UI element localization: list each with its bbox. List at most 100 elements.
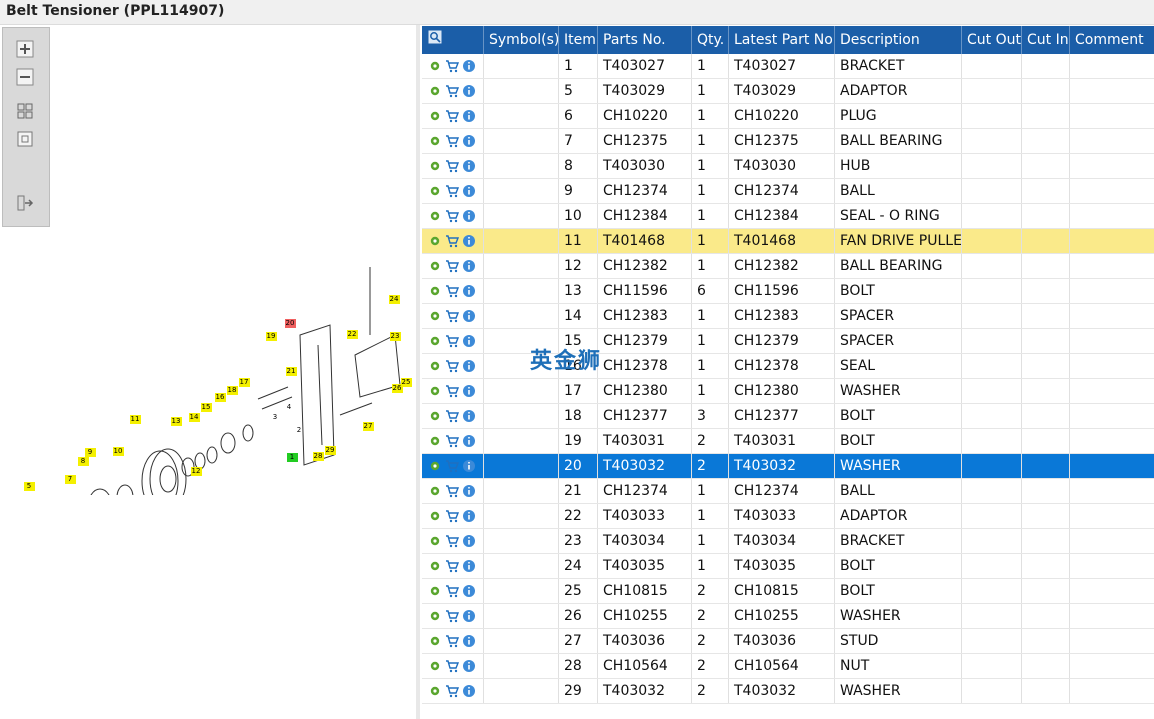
pane-splitter[interactable] xyxy=(416,25,420,719)
cart-icon[interactable] xyxy=(445,84,459,98)
callout-21[interactable]: 21 xyxy=(286,367,297,376)
gear-icon[interactable] xyxy=(428,634,442,648)
gear-icon[interactable] xyxy=(428,409,442,423)
info-icon[interactable] xyxy=(462,459,476,473)
callout-7[interactable]: 7 xyxy=(65,475,76,484)
info-icon[interactable] xyxy=(462,334,476,348)
cart-icon[interactable] xyxy=(445,509,459,523)
cart-icon[interactable] xyxy=(445,334,459,348)
cart-icon[interactable] xyxy=(445,284,459,298)
callout-1[interactable]: 1 xyxy=(287,453,298,462)
cart-icon[interactable] xyxy=(445,134,459,148)
gear-icon[interactable] xyxy=(428,134,442,148)
column-header-latest-part-no[interactable]: Latest Part No. xyxy=(729,26,835,54)
info-icon[interactable] xyxy=(462,384,476,398)
info-icon[interactable] xyxy=(462,584,476,598)
fit-page-icon[interactable] xyxy=(16,130,34,148)
diagram-panel[interactable]: 1234567891011121314151617181920212223242… xyxy=(0,25,416,719)
info-icon[interactable] xyxy=(462,59,476,73)
callout-16[interactable]: 16 xyxy=(215,393,226,402)
info-icon[interactable] xyxy=(462,634,476,648)
table-row[interactable]: 1 T403027 1 T403027 BRACKET xyxy=(422,54,1154,79)
cart-icon[interactable] xyxy=(445,659,459,673)
gear-icon[interactable] xyxy=(428,559,442,573)
table-row[interactable]: 27 T403036 2 T403036 STUD xyxy=(422,629,1154,654)
info-icon[interactable] xyxy=(462,484,476,498)
cart-icon[interactable] xyxy=(445,434,459,448)
table-row[interactable]: 13 CH11596 6 CH11596 BOLT xyxy=(422,279,1154,304)
export-icon[interactable] xyxy=(16,194,34,212)
info-icon[interactable] xyxy=(462,234,476,248)
cart-icon[interactable] xyxy=(445,309,459,323)
callout-23[interactable]: 23 xyxy=(390,332,401,341)
column-header-tools[interactable] xyxy=(422,26,484,54)
callout-9[interactable]: 9 xyxy=(85,448,96,457)
callout-2[interactable]: 2 xyxy=(297,426,301,434)
column-header-symbols[interactable]: Symbol(s) xyxy=(484,26,559,54)
cart-icon[interactable] xyxy=(445,184,459,198)
table-row[interactable]: 7 CH12375 1 CH12375 BALL BEARING xyxy=(422,129,1154,154)
zoom-in-icon[interactable] xyxy=(16,40,34,58)
info-icon[interactable] xyxy=(462,659,476,673)
callout-10[interactable]: 10 xyxy=(113,447,124,456)
gear-icon[interactable] xyxy=(428,159,442,173)
info-icon[interactable] xyxy=(462,534,476,548)
column-header-parts-no[interactable]: Parts No. xyxy=(598,26,692,54)
info-icon[interactable] xyxy=(462,259,476,273)
cart-icon[interactable] xyxy=(445,684,459,698)
callout-18[interactable]: 18 xyxy=(227,386,238,395)
column-header-qty[interactable]: Qty. xyxy=(692,26,729,54)
table-row[interactable]: 10 CH12384 1 CH12384 SEAL - O RING xyxy=(422,204,1154,229)
cart-icon[interactable] xyxy=(445,484,459,498)
search-icon[interactable] xyxy=(428,30,442,44)
table-row[interactable]: 20 T403032 2 T403032 WASHER xyxy=(422,454,1154,479)
gear-icon[interactable] xyxy=(428,209,442,223)
cart-icon[interactable] xyxy=(445,609,459,623)
cart-icon[interactable] xyxy=(445,359,459,373)
callout-3[interactable]: 3 xyxy=(273,413,277,421)
callout-19[interactable]: 19 xyxy=(266,332,277,341)
gear-icon[interactable] xyxy=(428,384,442,398)
gear-icon[interactable] xyxy=(428,259,442,273)
gear-icon[interactable] xyxy=(428,284,442,298)
table-row[interactable]: 23 T403034 1 T403034 BRACKET xyxy=(422,529,1154,554)
cart-icon[interactable] xyxy=(445,59,459,73)
gear-icon[interactable] xyxy=(428,359,442,373)
table-row[interactable]: 12 CH12382 1 CH12382 BALL BEARING xyxy=(422,254,1154,279)
cart-icon[interactable] xyxy=(445,409,459,423)
info-icon[interactable] xyxy=(462,359,476,373)
gear-icon[interactable] xyxy=(428,84,442,98)
table-row[interactable]: 28 CH10564 2 CH10564 NUT xyxy=(422,654,1154,679)
table-row[interactable]: 29 T403032 2 T403032 WASHER xyxy=(422,679,1154,704)
cart-icon[interactable] xyxy=(445,159,459,173)
gear-icon[interactable] xyxy=(428,109,442,123)
table-row[interactable]: 11 T401468 1 T401468 FAN DRIVE PULLEY xyxy=(422,229,1154,254)
gear-icon[interactable] xyxy=(428,684,442,698)
callout-15[interactable]: 15 xyxy=(201,403,212,412)
info-icon[interactable] xyxy=(462,284,476,298)
callout-29[interactable]: 29 xyxy=(325,446,336,455)
info-icon[interactable] xyxy=(462,559,476,573)
callout-11[interactable]: 11 xyxy=(130,415,141,424)
gear-icon[interactable] xyxy=(428,659,442,673)
table-row[interactable]: 19 T403031 2 T403031 BOLT xyxy=(422,429,1154,454)
table-row[interactable]: 17 CH12380 1 CH12380 WASHER xyxy=(422,379,1154,404)
gear-icon[interactable] xyxy=(428,59,442,73)
callout-24[interactable]: 24 xyxy=(389,295,400,304)
cart-icon[interactable] xyxy=(445,534,459,548)
fit-all-icon[interactable] xyxy=(16,102,34,120)
column-header-cut-in[interactable]: Cut In xyxy=(1022,26,1070,54)
table-row[interactable]: 14 CH12383 1 CH12383 SPACER xyxy=(422,304,1154,329)
gear-icon[interactable] xyxy=(428,234,442,248)
info-icon[interactable] xyxy=(462,159,476,173)
info-icon[interactable] xyxy=(462,84,476,98)
zoom-out-icon[interactable] xyxy=(16,68,34,86)
cart-icon[interactable] xyxy=(445,634,459,648)
callout-8[interactable]: 8 xyxy=(78,457,89,466)
callout-17[interactable]: 17 xyxy=(239,378,250,387)
table-row[interactable]: 25 CH10815 2 CH10815 BOLT xyxy=(422,579,1154,604)
gear-icon[interactable] xyxy=(428,434,442,448)
callout-26[interactable]: 26 xyxy=(392,384,403,393)
info-icon[interactable] xyxy=(462,209,476,223)
callout-28[interactable]: 28 xyxy=(313,452,324,461)
